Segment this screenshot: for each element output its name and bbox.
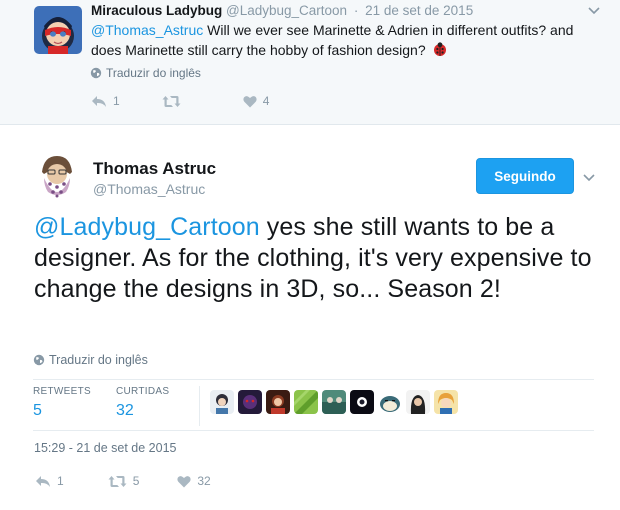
tweet-timestamp[interactable]: 15:29 - 21 de set de 2015 bbox=[34, 441, 176, 455]
tweet-text: @Ladybug_Cartoon yes she still wants to … bbox=[34, 212, 604, 305]
retweets-value: 5 bbox=[33, 402, 42, 419]
liker-avatar[interactable] bbox=[238, 390, 262, 414]
retweets-stat[interactable]: RETWEETS 5 bbox=[33, 386, 91, 420]
author-name[interactable]: Thomas Astruc bbox=[93, 159, 216, 179]
translate-link[interactable]: Traduzir do inglês bbox=[33, 353, 148, 367]
likes-label: CURTIDAS bbox=[116, 386, 170, 397]
liker-avatar[interactable] bbox=[266, 390, 290, 414]
reply-button[interactable]: 1 bbox=[91, 94, 120, 108]
liker-avatar[interactable] bbox=[350, 390, 374, 414]
globe-icon bbox=[90, 67, 102, 79]
parent-author-name[interactable]: Miraculous Ladybug bbox=[91, 3, 222, 18]
retweet-icon bbox=[108, 475, 127, 487]
parent-tweet-actions: 1 4 bbox=[91, 94, 269, 108]
liker-avatar[interactable] bbox=[406, 390, 430, 414]
globe-icon bbox=[33, 354, 45, 366]
header-separator: · bbox=[353, 3, 359, 18]
like-button[interactable]: 4 bbox=[243, 94, 270, 108]
liker-avatar[interactable] bbox=[378, 390, 402, 414]
parent-tweet-header: Miraculous Ladybug @Ladybug_Cartoon · 21… bbox=[91, 3, 473, 18]
retweets-label: RETWEETS bbox=[33, 386, 91, 397]
chevron-down-icon[interactable] bbox=[588, 6, 600, 16]
thomas-astruc-avatar[interactable] bbox=[32, 152, 82, 202]
translate-label: Traduzir do inglês bbox=[106, 66, 201, 80]
parent-tweet-text: @Thomas_Astruc Will we ever see Marinett… bbox=[91, 20, 596, 60]
reply-icon bbox=[92, 95, 106, 107]
reply-count: 1 bbox=[113, 94, 120, 108]
likes-stat[interactable]: CURTIDAS 32 bbox=[116, 386, 169, 420]
heart-icon bbox=[243, 95, 257, 107]
like-button[interactable]: 32 bbox=[177, 474, 211, 488]
liker-avatar[interactable] bbox=[210, 390, 234, 414]
reply-count: 1 bbox=[57, 474, 64, 488]
ladybug-avatar[interactable] bbox=[34, 6, 82, 54]
ladybug-emoji-icon bbox=[433, 42, 446, 56]
reply-button[interactable]: 1 bbox=[35, 474, 64, 488]
mention-link[interactable]: @Thomas_Astruc bbox=[91, 22, 203, 38]
translate-link[interactable]: Traduzir do inglês bbox=[90, 66, 201, 80]
likes-value: 32 bbox=[116, 402, 134, 419]
author-handle[interactable]: @Thomas_Astruc bbox=[93, 181, 205, 197]
retweet-icon bbox=[162, 95, 181, 107]
tweet-stats: RETWEETS 5 CURTIDAS 32 bbox=[33, 379, 594, 431]
liker-avatar[interactable] bbox=[322, 390, 346, 414]
stats-divider bbox=[199, 386, 200, 426]
liker-avatars bbox=[210, 390, 458, 414]
chevron-down-icon[interactable] bbox=[583, 173, 595, 183]
retweet-button[interactable]: 5 bbox=[108, 474, 140, 488]
retweet-count: 5 bbox=[132, 474, 140, 488]
parent-tweet-date[interactable]: 21 de set de 2015 bbox=[365, 3, 473, 18]
translate-label: Traduzir do inglês bbox=[49, 353, 148, 367]
parent-author-handle[interactable]: @Ladybug_Cartoon bbox=[226, 3, 347, 18]
reply-icon bbox=[36, 475, 50, 487]
like-count: 4 bbox=[262, 94, 270, 108]
retweet-button[interactable] bbox=[162, 95, 187, 108]
parent-tweet[interactable]: Miraculous Ladybug @Ladybug_Cartoon · 21… bbox=[0, 0, 620, 125]
mention-link[interactable]: @Ladybug_Cartoon bbox=[34, 213, 260, 241]
tweet-actions: 1 5 32 bbox=[35, 474, 211, 488]
liker-avatar[interactable] bbox=[434, 390, 458, 414]
following-button[interactable]: Seguindo bbox=[476, 158, 574, 194]
like-count: 32 bbox=[197, 474, 211, 488]
liker-avatar[interactable] bbox=[294, 390, 318, 414]
heart-icon bbox=[177, 475, 191, 487]
